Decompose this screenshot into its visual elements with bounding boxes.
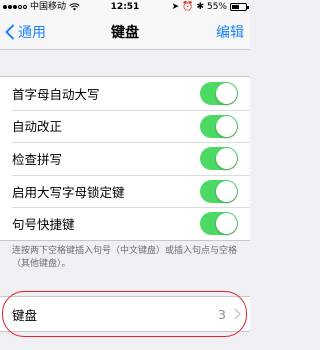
keyboards-count: 3 [218, 306, 226, 322]
page-title: 键盘 [111, 25, 139, 41]
status-bar: 中国移动 12:51 ➤ ⏰ ✱ 55% [0, 0, 250, 14]
chevron-right-icon [234, 308, 241, 320]
battery-fill [232, 5, 239, 9]
status-right: ➤ ⏰ ✱ 55% [171, 0, 249, 14]
setting-row-caps-lock: 启用大写字母锁定键 [0, 174, 250, 208]
location-icon: ➤ [171, 2, 180, 12]
setting-label: 首字母自动大写 [12, 86, 100, 102]
toggle-knob [216, 148, 237, 170]
toggle-knob [216, 115, 237, 137]
toggle-knob [216, 180, 237, 202]
navigation-bar: 通用 键盘 编辑 [0, 14, 250, 50]
battery-icon [230, 3, 249, 11]
keyboard-options-group: 首字母自动大写 自动改正 检查拼写 启用大写字母锁定键 句号快捷键 [0, 76, 250, 241]
setting-label: 检查拼写 [12, 151, 63, 167]
bluetooth-icon: ✱ [196, 2, 204, 12]
caps-lock-toggle[interactable] [200, 179, 238, 203]
setting-label: 自动改正 [12, 119, 63, 135]
setting-row-auto-capitalization: 首字母自动大写 [0, 77, 250, 110]
period-shortcut-toggle[interactable] [200, 212, 238, 236]
toggle-knob [216, 83, 237, 104]
keyboards-group: 键盘 3 [0, 296, 250, 332]
settings-screen: 中国移动 12:51 ➤ ⏰ ✱ 55% 通用 键盘 编辑 首字母自动大写 自动… [0, 0, 250, 350]
setting-row-check-spelling: 检查拼写 [0, 142, 250, 175]
alarm-icon: ⏰ [182, 2, 194, 12]
battery-percent: 55% [206, 2, 227, 12]
edit-button[interactable]: 编辑 [216, 22, 244, 42]
check-spelling-toggle[interactable] [200, 147, 238, 171]
setting-label: 启用大写字母锁定键 [12, 184, 125, 200]
setting-row-auto-correction: 自动改正 [0, 109, 250, 143]
keyboards-label: 键盘 [12, 307, 38, 323]
toggle-knob [216, 213, 237, 235]
keyboards-row[interactable]: 键盘 3 [0, 297, 250, 331]
setting-row-period-shortcut: 句号快捷键 [0, 207, 250, 240]
setting-label: 句号快捷键 [12, 217, 75, 233]
auto-capitalization-toggle[interactable] [200, 82, 238, 105]
auto-correction-toggle[interactable] [200, 114, 238, 138]
period-shortcut-footnote: 连按两下空格键插入句号（中文键盘）或插入句点与空格（其他键盘）。 [12, 246, 238, 269]
